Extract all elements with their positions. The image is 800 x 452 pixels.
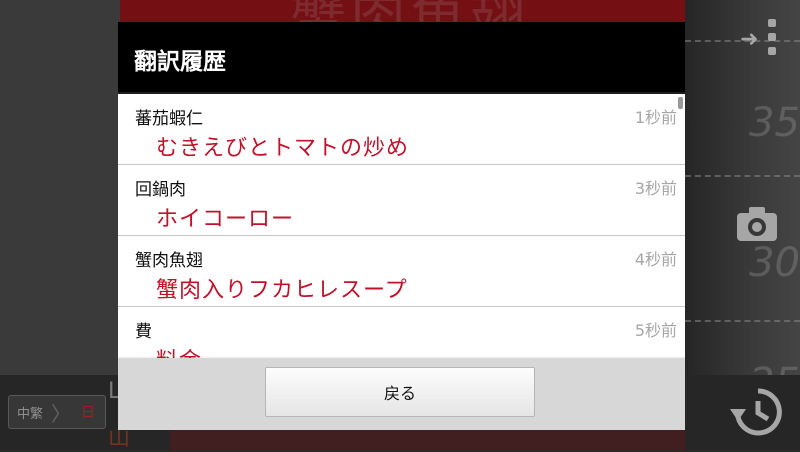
translation-text: 蟹肉入りフカヒレスープ <box>156 278 408 303</box>
history-list[interactable]: 蕃茄蝦仁 1秒前 むきえびとトマトの炒め 回鍋肉 3秒前 ホイコーロー 蟹肉魚翅… <box>118 94 685 380</box>
source-text: 回鍋肉 <box>135 180 186 200</box>
source-text: 蕃茄蝦仁 <box>135 109 203 129</box>
back-button[interactable]: 戻る <box>265 367 535 417</box>
dialog-title: 翻訳履歴 <box>134 49 226 75</box>
source-text: 費 <box>135 322 152 342</box>
timestamp: 1秒前 <box>634 108 677 127</box>
source-text: 蟹肉魚翅 <box>135 251 203 271</box>
dialog-footer: 戻る <box>118 358 685 430</box>
list-item[interactable]: 蟹肉魚翅 4秒前 蟹肉入りフカヒレスープ <box>118 236 685 307</box>
dialog-header: 翻訳履歴 <box>118 22 685 92</box>
timestamp: 5秒前 <box>634 321 677 340</box>
timestamp: 4秒前 <box>634 250 677 269</box>
list-item[interactable]: 回鍋肉 3秒前 ホイコーロー <box>118 165 685 236</box>
translation-text: むきえびとトマトの炒め <box>156 136 410 161</box>
translation-text: ホイコーロー <box>156 207 295 232</box>
timestamp: 3秒前 <box>634 179 677 198</box>
translation-history-dialog: 翻訳履歴 蕃茄蝦仁 1秒前 むきえびとトマトの炒め 回鍋肉 3秒前 ホイコーロー… <box>118 22 685 430</box>
list-item[interactable]: 蕃茄蝦仁 1秒前 むきえびとトマトの炒め <box>118 94 685 165</box>
